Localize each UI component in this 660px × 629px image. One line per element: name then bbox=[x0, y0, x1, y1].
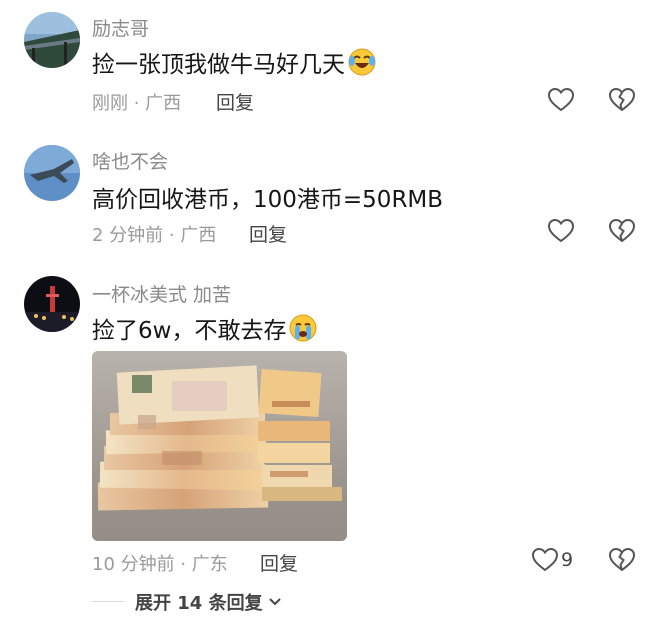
comment-text: 捡一张顶我做牛马好几天 bbox=[92, 45, 377, 79]
username[interactable]: 一杯冰美式 加苦 bbox=[92, 280, 231, 307]
comment-meta: 刚刚 · 广西 bbox=[92, 93, 182, 114]
avatar[interactable] bbox=[24, 12, 80, 68]
reply-button[interactable]: 回复 bbox=[260, 549, 298, 576]
expand-replies-label: 展开 14 条回复 bbox=[135, 593, 263, 614]
like-count: 9 bbox=[561, 549, 574, 571]
username[interactable]: 啥也不会 bbox=[92, 147, 168, 174]
comment-text-content: 高价回收港币，100港币=50RMB bbox=[92, 187, 444, 213]
heart-icon[interactable] bbox=[547, 217, 575, 245]
laughing-crying-emoji-icon bbox=[347, 47, 377, 77]
reply-button[interactable]: 回复 bbox=[249, 220, 287, 247]
broken-heart-icon[interactable] bbox=[608, 86, 636, 114]
comment-text-content: 捡一张顶我做牛马好几天 bbox=[92, 52, 345, 78]
avatar[interactable] bbox=[24, 145, 80, 201]
attached-photo[interactable] bbox=[92, 351, 347, 541]
comment-text: 捡了6w，不敢去存 bbox=[92, 311, 318, 345]
chevron-down-icon bbox=[267, 594, 283, 610]
comment-text-content: 捡了6w，不敢去存 bbox=[92, 318, 287, 344]
broken-heart-icon[interactable] bbox=[608, 217, 636, 245]
divider bbox=[92, 601, 124, 602]
comment-text: 高价回收港币，100港币=50RMB bbox=[92, 180, 443, 214]
expand-replies-button[interactable]: 展开 14 条回复 bbox=[135, 589, 283, 615]
crying-emoji-icon bbox=[288, 313, 318, 343]
broken-heart-icon[interactable] bbox=[608, 546, 636, 574]
comment-meta: 10 分钟前 · 广东 bbox=[92, 554, 228, 575]
reply-button[interactable]: 回复 bbox=[216, 88, 254, 115]
comment-meta: 2 分钟前 · 广西 bbox=[92, 225, 217, 246]
heart-icon[interactable] bbox=[531, 546, 559, 574]
username[interactable]: 励志哥 bbox=[92, 14, 149, 41]
avatar[interactable] bbox=[24, 276, 80, 332]
heart-icon[interactable] bbox=[547, 86, 575, 114]
